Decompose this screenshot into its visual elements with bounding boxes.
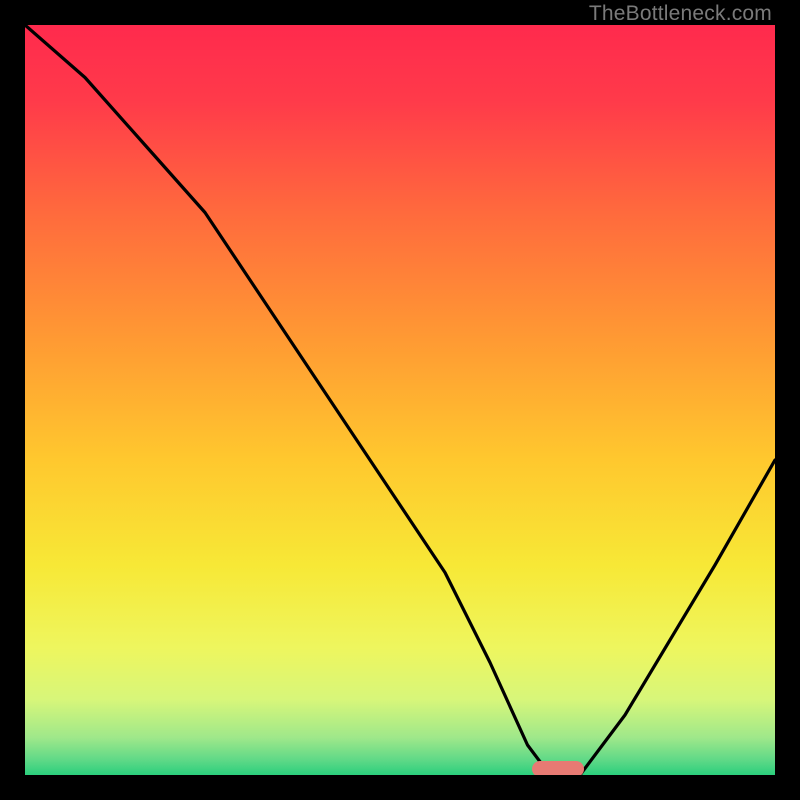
watermark-text: TheBottleneck.com: [589, 2, 772, 26]
chart-svg: [25, 25, 775, 775]
optimal-marker: [532, 761, 584, 775]
chart-frame: TheBottleneck.com: [0, 0, 800, 800]
plot-area: [25, 25, 775, 775]
